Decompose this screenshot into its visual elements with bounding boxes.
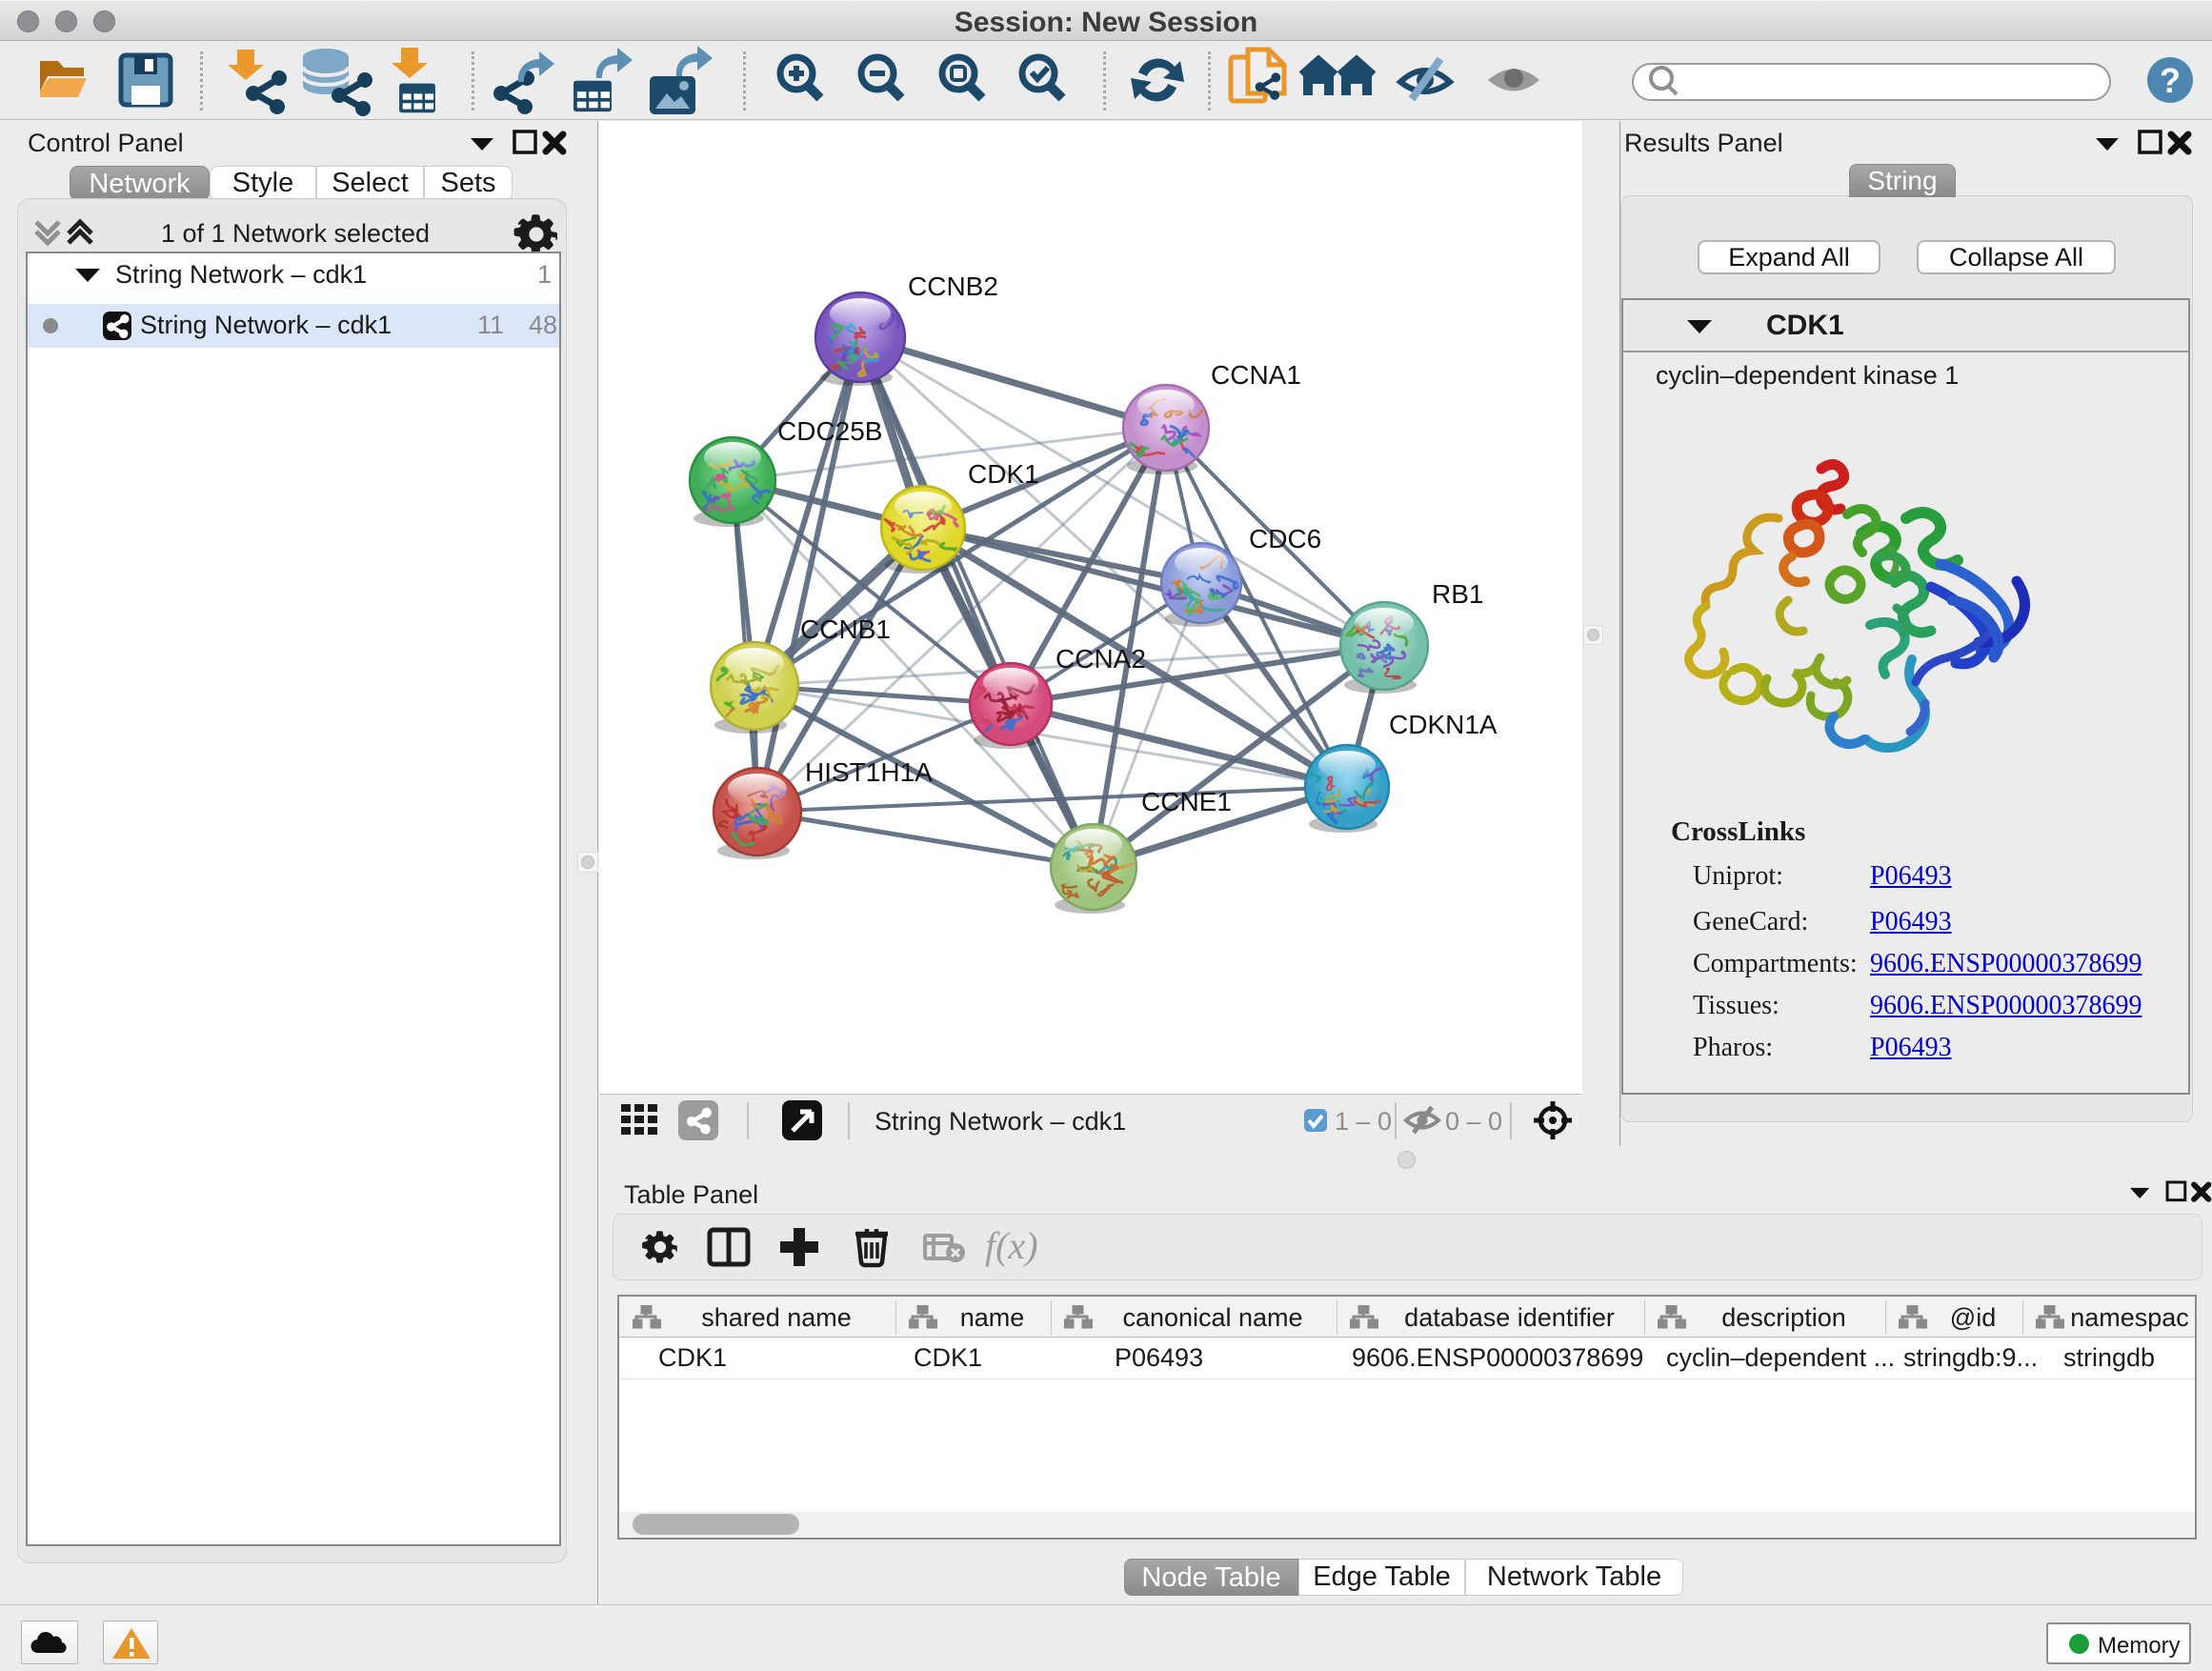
svg-text:CDC6: CDC6 <box>1249 524 1321 554</box>
svg-text:RB1: RB1 <box>1432 579 1483 609</box>
svg-text:CDC25B: CDC25B <box>777 416 882 446</box>
svg-text:CCNA1: CCNA1 <box>1211 360 1301 390</box>
svg-text:CCNB2: CCNB2 <box>908 272 998 301</box>
svg-text:CCNB1: CCNB1 <box>800 614 891 644</box>
svg-text:CCNE1: CCNE1 <box>1141 787 1232 816</box>
svg-text:HIST1H1A: HIST1H1A <box>805 757 933 787</box>
svg-text:CCNA2: CCNA2 <box>1056 644 1146 674</box>
svg-text:?: ? <box>2160 61 2181 100</box>
svg-text:CDKN1A: CDKN1A <box>1389 710 1498 739</box>
svg-text:CDK1: CDK1 <box>968 459 1039 489</box>
